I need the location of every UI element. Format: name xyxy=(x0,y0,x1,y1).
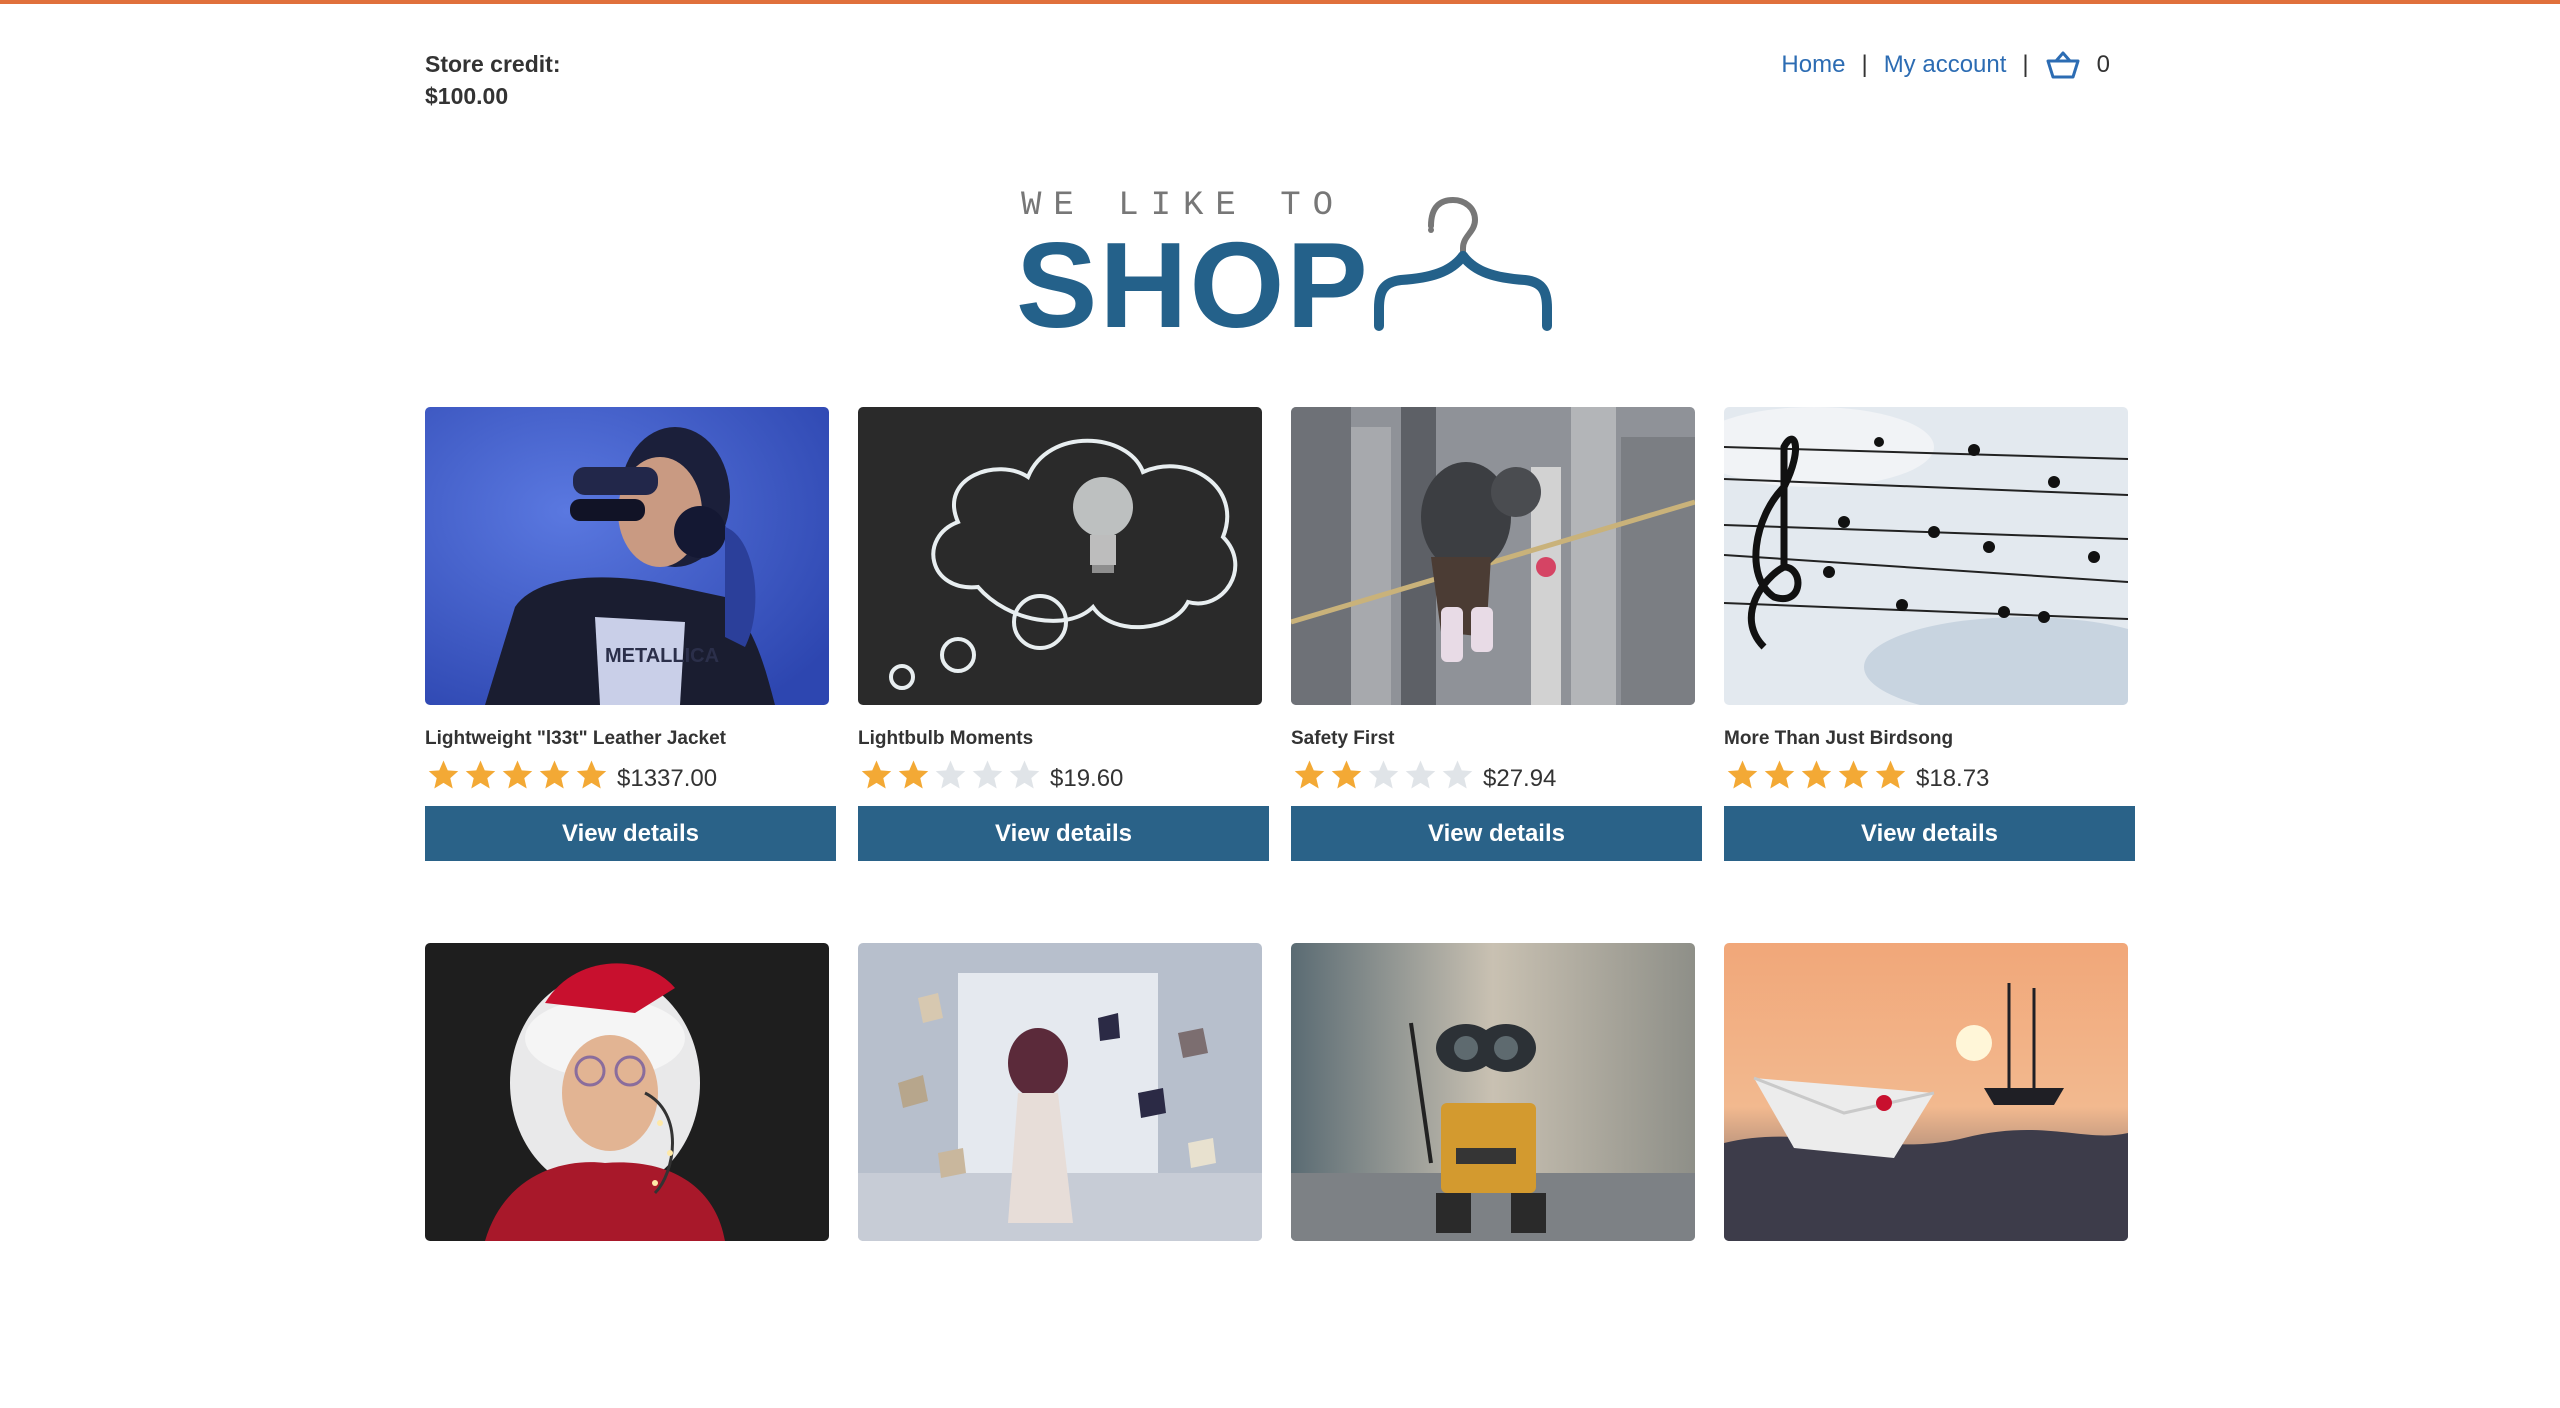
star-filled-icon xyxy=(465,760,496,789)
product-image[interactable] xyxy=(858,943,1262,1241)
nav-separator: | xyxy=(1861,51,1868,78)
nav-separator: | xyxy=(2022,51,2029,78)
product-card xyxy=(1724,943,2135,1408)
shop-logo[interactable]: WE LIKE TO SHOP xyxy=(1016,184,1576,346)
product-card xyxy=(425,943,836,1408)
product-price: $19.60 xyxy=(1050,765,1124,792)
star-empty-icon xyxy=(935,760,966,789)
product-name: Lightbulb Moments xyxy=(858,728,1034,749)
product-card: METALLICA Lightweight "l33t" Leather Jac… xyxy=(425,407,836,872)
product-card xyxy=(1291,943,1702,1408)
star-rating xyxy=(1291,758,1476,792)
star-filled-icon xyxy=(861,760,892,789)
rating-row: $1337.00 xyxy=(425,757,836,793)
page-container: Store credit: $100.00 Home | My account … xyxy=(425,4,2135,1241)
product-name: More Than Just Birdsong xyxy=(1724,728,1954,749)
product-card: Lightbulb Moments $19.60 View details xyxy=(858,407,1269,872)
store-credit: Store credit: $100.00 xyxy=(425,48,560,112)
star-filled-icon xyxy=(1875,760,1906,789)
store-credit-label: Store credit: xyxy=(425,51,561,77)
product-price: $1337.00 xyxy=(617,765,718,792)
product-card: More Than Just Birdsong $18.73 View deta… xyxy=(1724,407,2135,872)
star-filled-icon xyxy=(1764,760,1795,789)
top-nav: Home | My account | 0 xyxy=(1781,50,2110,80)
star-empty-icon xyxy=(972,760,1003,789)
star-rating xyxy=(858,758,1043,792)
star-filled-icon xyxy=(502,760,533,789)
rating-row: $18.73 xyxy=(1724,757,2135,793)
star-empty-icon xyxy=(1442,760,1473,789)
cart-link[interactable]: 0 xyxy=(2045,50,2110,80)
nav-home-link[interactable]: Home xyxy=(1781,51,1845,79)
star-filled-icon xyxy=(1727,760,1758,789)
star-filled-icon xyxy=(428,760,459,789)
product-image[interactable] xyxy=(1724,407,2128,705)
store-credit-amount: $100.00 xyxy=(425,83,509,109)
star-filled-icon xyxy=(1838,760,1869,789)
star-filled-icon xyxy=(1801,760,1832,789)
rating-row: $19.60 xyxy=(858,757,1269,793)
product-price: $18.73 xyxy=(1916,765,1990,792)
view-details-button[interactable]: View details xyxy=(1724,806,2135,861)
star-filled-icon xyxy=(1294,760,1325,789)
star-filled-icon xyxy=(898,760,929,789)
view-details-button[interactable]: View details xyxy=(1291,806,1702,861)
star-rating xyxy=(425,758,610,792)
star-filled-icon xyxy=(576,760,607,789)
logo-word: SHOP xyxy=(1016,217,1370,353)
star-filled-icon xyxy=(1331,760,1362,789)
product-image[interactable] xyxy=(425,943,829,1241)
star-empty-icon xyxy=(1405,760,1436,789)
product-grid: METALLICA Lightweight "l33t" Leather Jac… xyxy=(425,407,2135,1408)
nav-my-account-link[interactable]: My account xyxy=(1884,51,2007,79)
product-image[interactable] xyxy=(1291,943,1695,1241)
product-image[interactable] xyxy=(1291,407,1695,705)
rating-row: $27.94 xyxy=(1291,757,1702,793)
product-price: $27.94 xyxy=(1483,765,1557,792)
star-rating xyxy=(1724,758,1909,792)
view-details-button[interactable]: View details xyxy=(425,806,836,861)
product-card xyxy=(858,943,1269,1408)
product-name: Lightweight "l33t" Leather Jacket xyxy=(425,728,726,749)
star-empty-icon xyxy=(1009,760,1040,789)
product-image[interactable]: METALLICA xyxy=(425,407,829,705)
view-details-button[interactable]: View details xyxy=(858,806,1269,861)
product-image[interactable] xyxy=(858,407,1262,705)
cart-count: 0 xyxy=(2096,51,2110,78)
svg-text:METALLICA: METALLICA xyxy=(605,645,719,667)
product-image[interactable] xyxy=(1724,943,2128,1241)
basket-icon xyxy=(2045,50,2081,80)
star-filled-icon xyxy=(539,760,570,789)
star-empty-icon xyxy=(1368,760,1399,789)
product-name: Safety First xyxy=(1291,728,1395,749)
coat-hanger-icon xyxy=(1374,196,1552,331)
product-card: Safety First $27.94 View details xyxy=(1291,407,1702,872)
